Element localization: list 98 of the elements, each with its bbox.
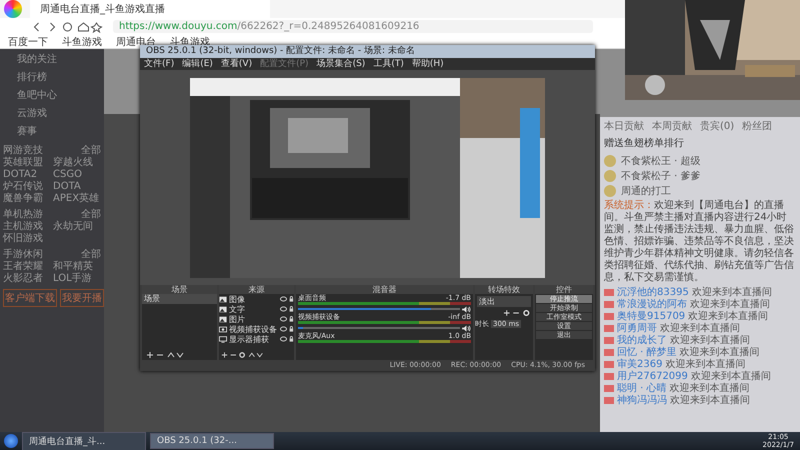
menu-item[interactable]: 编辑(E) <box>182 58 213 70</box>
add-remove-icon[interactable] <box>503 309 531 317</box>
chat-message: 欢迎来到本直播间 <box>680 346 760 358</box>
window-title: OBS 25.0.1 (32-bit, windows) - 配置文件: 未命名 - 场景: 未命名 <box>140 45 595 58</box>
section-title: 网游竞技 <box>3 144 43 156</box>
image-icon <box>219 306 227 312</box>
game-link[interactable]: 永劫无间 <box>53 221 101 233</box>
source-item[interactable]: 图像 <box>229 294 278 304</box>
system-notice: 系统提示：欢迎来到【周通电台】的直播间。斗鱼严禁主播对直播内容进行24小时监测，禁止传播违法违规、暴力血腥、低俗色情、招嫖诈骗、违禁品等不良信息，坚决维护青少年群体精神文明健康。请勿轻信各类招聘征婚、代练代抽、刷钻充值等广告信息，私下交易需谨慎。 <box>604 200 795 284</box>
bookmark-link[interactable]: 百度一下 <box>8 35 48 48</box>
monitor-icon <box>219 336 227 342</box>
chat-username[interactable]: 常浪漫说的阿布 <box>617 297 687 311</box>
bookmark-link[interactable]: 斗鱼游戏 <box>62 35 102 48</box>
chat-username[interactable]: 奥特曼915709 <box>617 309 686 323</box>
menu-item[interactable]: 工具(T) <box>373 58 404 70</box>
section-title: 单机热游 <box>3 208 43 220</box>
rank-name: 不食紫松王 · 超级 <box>621 154 701 168</box>
sidebar-item[interactable]: 云游戏 <box>3 105 101 123</box>
visibility-lock-icon[interactable] <box>280 326 294 332</box>
rank-title: 赠送鱼翅榜单排行 <box>604 136 685 150</box>
more-link[interactable]: 全部 <box>81 248 101 261</box>
menu-item[interactable]: 场景集合(S) <box>316 58 366 70</box>
chat-tab[interactable]: 本日贡献 <box>604 119 644 133</box>
chat-username[interactable]: 沉浮他的83395 <box>617 285 689 299</box>
source-item[interactable]: 文字 <box>229 304 278 314</box>
chat-message: 欢迎来到本直播间 <box>660 322 740 334</box>
visibility-lock-icon[interactable] <box>280 296 294 302</box>
source-item[interactable]: 图片 <box>229 314 278 324</box>
visibility-lock-icon[interactable] <box>280 316 294 322</box>
chat-message: 欢迎来到本直播间 <box>688 310 768 322</box>
game-link[interactable]: 火影忍者 <box>3 273 51 285</box>
taskbar-button[interactable]: OBS 25.0.1 (32-... <box>150 433 274 449</box>
transition-select[interactable]: 淡出 <box>477 296 531 307</box>
visibility-lock-icon[interactable] <box>280 336 294 342</box>
chat-message: 欢迎来到本直播间 <box>692 286 772 298</box>
game-link[interactable]: 魔兽争霸 <box>3 193 51 205</box>
speaker-icon[interactable] <box>462 306 471 312</box>
menu-item[interactable]: 文件(F) <box>144 58 174 70</box>
sidebar-button[interactable]: 我要开播 <box>60 289 104 307</box>
more-link[interactable]: 全部 <box>81 208 101 221</box>
browser-logo-icon[interactable] <box>4 0 22 18</box>
game-link[interactable]: LOL手游 <box>53 273 101 285</box>
sidebar-item[interactable]: 排行榜 <box>3 69 101 87</box>
address-bar[interactable]: https://www.douyu.com/662262?_r=0.24895264081609216 <box>113 20 593 33</box>
chat-message: 欢迎来到本直播间 <box>670 394 750 407</box>
chat-message: 欢迎来到本直播间 <box>665 358 746 370</box>
chat-username[interactable]: 聪明 · 心晴 <box>617 381 667 395</box>
game-link[interactable]: DOTA2 <box>3 169 51 181</box>
sidebar-button[interactable]: 客户端下载 <box>3 289 57 307</box>
game-link[interactable]: 炉石传说 <box>3 181 51 193</box>
more-link[interactable]: 全部 <box>81 144 101 157</box>
game-link[interactable]: 王者荣耀 <box>3 261 51 273</box>
chat-tab[interactable]: 本周贡献 <box>652 119 692 133</box>
game-link[interactable]: 怀旧游戏 <box>3 233 51 245</box>
sidebar-item[interactable]: 鱼吧中心 <box>3 87 101 105</box>
sidebar-item[interactable]: 我的关注 <box>3 51 101 69</box>
rank-name: 不食紫松子 · 爹爹 <box>621 170 701 182</box>
start-icon[interactable] <box>4 434 18 448</box>
camera-icon <box>219 326 227 332</box>
taskbar-button[interactable]: 周通电台直播_斗... <box>22 432 146 450</box>
scene-item[interactable]: 场景 <box>142 294 217 304</box>
chat-message: 欢迎来到本直播间 <box>670 334 750 346</box>
chat-username[interactable]: 审美2369 <box>617 357 662 371</box>
chat-tab[interactable]: 贵宾(0) <box>700 119 734 133</box>
game-link[interactable]: 英雄联盟 <box>3 157 51 169</box>
game-link[interactable]: 主机游戏 <box>3 221 51 233</box>
game-link[interactable]: 穿越火线 <box>53 157 101 169</box>
visibility-lock-icon[interactable] <box>280 306 294 312</box>
chat-username[interactable]: 回忆 · 醉梦里 <box>617 345 677 359</box>
chat-username[interactable]: 阿勇周哥 <box>617 321 657 335</box>
chat-username[interactable]: 用户27672099 <box>617 369 688 383</box>
chat-message: 欢迎来到本直播间 <box>690 370 771 382</box>
sidebar-item[interactable]: 赛事 <box>3 123 101 141</box>
image-icon <box>219 316 227 322</box>
image-icon <box>219 296 227 302</box>
rank-name: 周通的打工 <box>621 184 671 198</box>
section-title: 手游休闲 <box>3 248 43 260</box>
browser-tab[interactable]: 周通电台直播_斗鱼游戏直播 <box>30 0 270 18</box>
avatar-icon <box>604 170 616 182</box>
menu-item[interactable]: 查看(V) <box>220 58 252 70</box>
chat-username[interactable]: 神狗冯冯冯 <box>617 393 667 407</box>
game-link[interactable]: DOTA <box>53 181 101 193</box>
avatar-icon <box>604 184 616 196</box>
sources-dock: 来源 图像 文字 图片 视频捕获设备 显示器捕获 <box>219 285 294 360</box>
game-link[interactable]: CSGO <box>53 169 101 181</box>
avatar-icon <box>604 154 616 166</box>
speaker-icon[interactable] <box>462 324 471 332</box>
menu-item[interactable]: 帮助(H) <box>412 58 444 70</box>
source-item[interactable]: 视频捕获设备 <box>229 324 278 334</box>
scenes-dock: 场景 场景 <box>142 285 217 360</box>
chat-username[interactable]: 我的成长了 <box>617 333 667 347</box>
game-link[interactable]: APEX英雄 <box>53 193 101 205</box>
source-tools-icon[interactable] <box>221 351 265 359</box>
chat-tab[interactable]: 粉丝团 <box>742 119 772 133</box>
chat-message: 欢迎来到本直播间 <box>670 382 750 394</box>
chat-message: 欢迎来到本直播间 <box>690 298 770 310</box>
source-item[interactable]: 显示器捕获 <box>229 334 278 344</box>
game-link[interactable]: 和平精英 <box>53 261 101 273</box>
